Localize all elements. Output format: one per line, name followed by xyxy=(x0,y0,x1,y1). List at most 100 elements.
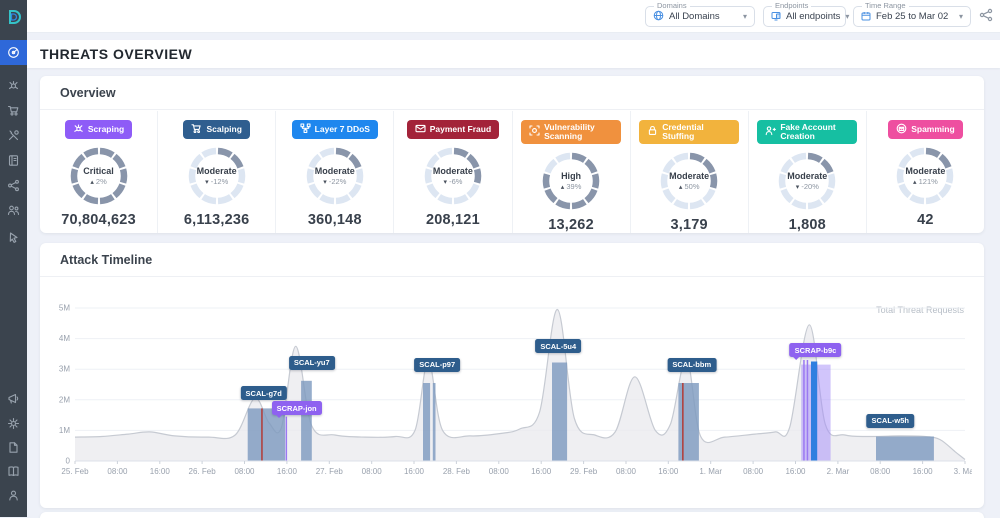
nav-item-integrations[interactable] xyxy=(0,173,27,198)
threat-count: 6,113,236 xyxy=(184,212,250,228)
threat-card-credential-stuffing[interactable]: Credential StuffingModerate▴ 50%3,179 xyxy=(631,111,749,233)
threat-card-vulnerability-scanning[interactable]: Vulnerability ScanningHigh▴ 39%13,262 xyxy=(513,111,631,233)
threat-card-layer-7-ddos[interactable]: Layer 7 DDoS Moderate▾ -22% 360,148 xyxy=(276,111,394,233)
svg-text:16:00: 16:00 xyxy=(404,467,425,476)
svg-text:08:00: 08:00 xyxy=(743,467,764,476)
svg-text:08:00: 08:00 xyxy=(107,467,128,476)
nav-item-docs-library[interactable] xyxy=(0,459,27,484)
severity-delta: ▾ -12% xyxy=(205,177,228,186)
attack-event-tag-scal-yu7[interactable]: SCAL-yu7 xyxy=(289,356,335,370)
scan-icon xyxy=(529,125,540,138)
attack-event-tag-scal-g7d[interactable]: SCAL-g7d xyxy=(241,386,287,400)
nav-item-bot-activity[interactable] xyxy=(0,225,27,250)
domains-select[interactable]: Domains All Domains ▾ xyxy=(645,6,755,27)
attack-event-tag-scrap-b9c[interactable]: SCRAP-b9c xyxy=(790,343,842,357)
severity-delta: ▾ -20% xyxy=(796,182,819,191)
domains-select-label: Domains xyxy=(654,1,690,10)
threat-count: 1,808 xyxy=(789,217,826,233)
nav-item-announcements[interactable] xyxy=(0,386,27,411)
page-title: THREATS OVERVIEW xyxy=(40,46,192,62)
attack-event-tag-scrap-jon[interactable]: SCRAP-jon xyxy=(272,401,322,415)
threat-badge[interactable]: Scalping xyxy=(183,120,249,139)
severity-label: Moderate xyxy=(669,171,709,181)
endpoints-select-value: All endpoints xyxy=(786,11,840,22)
svg-text:16:00: 16:00 xyxy=(277,467,298,476)
severity-label: High xyxy=(561,171,581,181)
severity-label: Moderate xyxy=(905,166,945,176)
nav-item-users[interactable] xyxy=(0,198,27,223)
endpoints-icon xyxy=(771,8,781,26)
chevron-down-icon: ▾ xyxy=(845,12,849,21)
svg-text:16:00: 16:00 xyxy=(785,467,806,476)
threat-count: 42 xyxy=(917,212,934,228)
severity-gauge: High▴ 39% xyxy=(540,150,602,212)
fraud-icon xyxy=(415,123,426,136)
svg-text:2. Mar: 2. Mar xyxy=(827,467,850,476)
severity-gauge: Moderate▴ 50% xyxy=(658,150,720,212)
threat-badge[interactable]: Spamming xyxy=(888,120,962,139)
threat-badge[interactable]: Credential Stuffing xyxy=(639,120,739,144)
threat-badge[interactable]: Scraping xyxy=(65,120,132,139)
threat-card-payment-fraud[interactable]: Payment Fraud Moderate▾ -6% 208,121 xyxy=(394,111,512,233)
nav-item-documents[interactable] xyxy=(0,435,27,460)
svg-text:27. Feb: 27. Feb xyxy=(316,467,344,476)
severity-gauge: Moderate▴ 121% xyxy=(894,145,956,207)
threat-badge[interactable]: Vulnerability Scanning xyxy=(521,120,621,144)
threat-count: 208,121 xyxy=(426,212,480,228)
severity-gauge: Moderate▾ -12% xyxy=(186,145,248,207)
attack-event-tag-scal-w5h[interactable]: SCAL-w5h xyxy=(866,414,914,428)
share-icon[interactable] xyxy=(979,8,993,27)
sidebar xyxy=(0,0,27,517)
attack-event-tag-scal-5u4[interactable]: SCAL-5u4 xyxy=(535,339,581,353)
svg-text:1M: 1M xyxy=(59,426,70,435)
svg-text:08:00: 08:00 xyxy=(616,467,637,476)
svg-text:25. Feb: 25. Feb xyxy=(61,467,89,476)
threat-card-spamming[interactable]: Spamming Moderate▴ 121% 42 xyxy=(867,111,984,233)
nav-item-settings[interactable] xyxy=(0,411,27,436)
spam-icon xyxy=(896,123,907,136)
severity-label: Moderate xyxy=(433,166,473,176)
threat-card-scalping[interactable]: Scalping Moderate▾ -12% 6,113,236 xyxy=(158,111,276,233)
svg-text:3M: 3M xyxy=(59,365,70,374)
nav-item-tools[interactable] xyxy=(0,123,27,148)
threat-cards-row: ScrapingCritical▴ 2%70,804,623 Scalping Mo… xyxy=(40,111,984,233)
nav-item-scraping[interactable] xyxy=(0,73,27,98)
svg-text:08:00: 08:00 xyxy=(362,467,383,476)
domains-select-value: All Domains xyxy=(669,11,720,22)
svg-text:1. Mar: 1. Mar xyxy=(699,467,722,476)
svg-text:16:00: 16:00 xyxy=(531,467,552,476)
threat-card-fake-account-creation[interactable]: Fake Account CreationModerate▾ -20%1,808 xyxy=(749,111,867,233)
threat-badge-label: Vulnerability Scanning xyxy=(544,123,613,142)
threat-badge[interactable]: Payment Fraud xyxy=(407,120,499,139)
next-card-edge xyxy=(40,512,984,518)
threat-badge[interactable]: Fake Account Creation xyxy=(757,120,857,144)
threat-badge-label: Payment Fraud xyxy=(430,125,491,134)
svg-text:0: 0 xyxy=(66,457,71,466)
nav-item-account[interactable] xyxy=(0,483,27,508)
severity-delta: ▾ -22% xyxy=(323,177,346,186)
threat-count: 360,148 xyxy=(308,212,362,228)
attack-event-tag-scal-p97[interactable]: SCAL-p97 xyxy=(414,358,460,372)
threat-card-scraping[interactable]: ScrapingCritical▴ 2%70,804,623 xyxy=(40,111,158,233)
overview-card-header: Overview xyxy=(40,76,984,110)
nav-item-reports[interactable] xyxy=(0,148,27,173)
threat-badge[interactable]: Layer 7 DDoS xyxy=(292,120,378,139)
calendar-icon xyxy=(861,8,871,26)
svg-text:08:00: 08:00 xyxy=(870,467,891,476)
time-range-select[interactable]: Time Range Feb 25 to Mar 02 ▾ xyxy=(853,6,971,27)
severity-delta: ▾ -6% xyxy=(443,177,462,186)
severity-delta: ▴ 2% xyxy=(90,177,106,186)
overview-card-title: Overview xyxy=(60,86,116,100)
attack-timeline-card: Attack Timeline Total Threat Requests 1M… xyxy=(40,243,984,508)
severity-label: Moderate xyxy=(315,166,355,176)
nav-item-scalping[interactable] xyxy=(0,98,27,123)
nav-item-threats-dashboard[interactable] xyxy=(0,40,27,65)
severity-delta: ▴ 39% xyxy=(561,182,582,191)
threat-badge-label: Credential Stuffing xyxy=(662,123,731,142)
endpoints-select[interactable]: Endpoints All endpoints ▾ xyxy=(763,6,846,27)
threat-badge-label: Spamming xyxy=(911,125,954,134)
attack-timeline-chart[interactable]: 1M2M3M4M5M025. Feb08:0016:0026. Feb08:00… xyxy=(52,298,972,498)
attack-event-tag-scal-bbm[interactable]: SCAL-bbm xyxy=(667,358,716,372)
app-logo[interactable] xyxy=(0,0,27,34)
timeline-card-header: Attack Timeline xyxy=(40,243,984,277)
